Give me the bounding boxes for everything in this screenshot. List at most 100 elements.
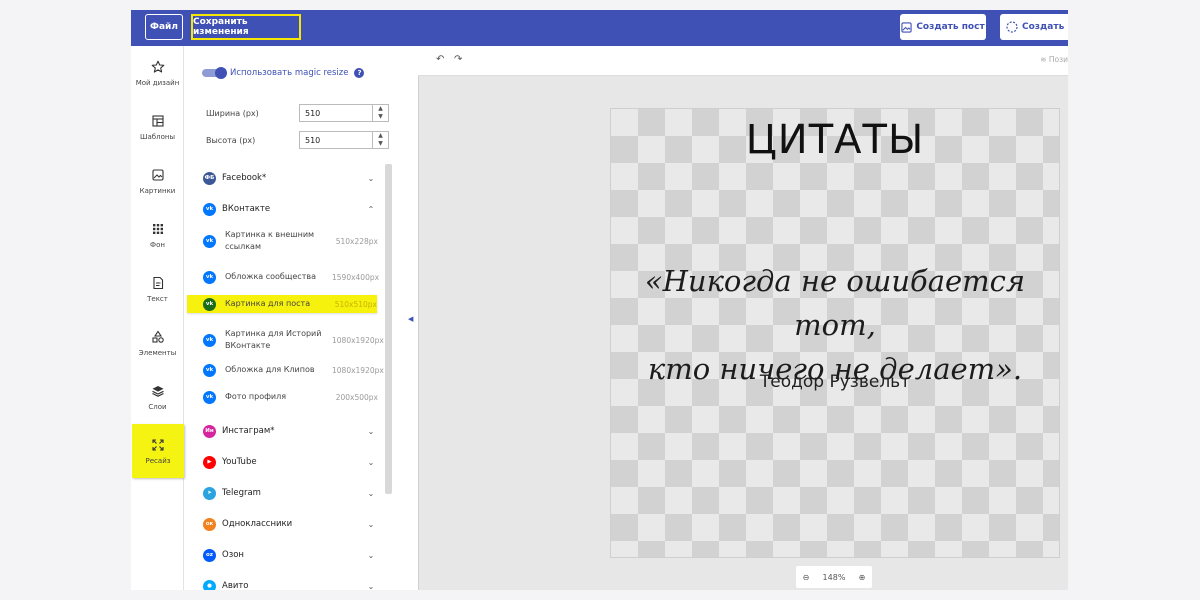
vk-icon: vk (203, 333, 216, 347)
chevron-down-icon[interactable]: ▼ (378, 113, 383, 121)
network-odnoklassniki[interactable]: ок Одноклассники ⌄ (203, 514, 378, 534)
rail-label: Мой дизайн (135, 78, 180, 87)
positions-label: Пози (1048, 55, 1068, 64)
chevron-down-icon[interactable]: ⌄ (364, 427, 378, 436)
network-facebook[interactable]: ФБ Facebook* ⌄ (203, 168, 378, 188)
network-name: ВКонтакте (222, 204, 271, 214)
artboard-author[interactable]: Теодор Рузвельт (611, 372, 1059, 392)
youtube-icon: ▶ (203, 455, 216, 469)
magic-resize-row: Использовать magic resize ? (202, 67, 365, 79)
chevron-up-icon[interactable]: ▲ (378, 105, 383, 113)
redo-icon[interactable]: ↷ (454, 54, 462, 65)
width-label: Ширина (px) (206, 108, 259, 118)
network-list: ФБ Facebook* ⌄ vk ВКонтакте ⌃ vk Картинк… (185, 162, 392, 590)
network-name: Озон (222, 550, 244, 560)
height-row: Высота (px) 510 ▲ ▼ (206, 131, 389, 149)
avito-icon: ● (203, 579, 216, 590)
positions-button[interactable]: ≋ Пози (1040, 55, 1068, 64)
height-stepper[interactable]: ▲ ▼ (373, 131, 389, 149)
network-name: Инстаграм* (222, 426, 275, 436)
text-doc-icon (152, 276, 163, 289)
zoom-out-icon[interactable]: ⊖ (803, 573, 810, 582)
format-name: Обложка сообщества (225, 272, 316, 281)
height-input[interactable]: 510 (299, 131, 373, 149)
rail-item-text[interactable]: Текст (131, 262, 184, 316)
collapse-panel-icon[interactable]: ◀ (408, 315, 413, 323)
vk-icon: vk (203, 234, 216, 248)
network-telegram[interactable]: ➤ Telegram ⌄ (203, 483, 378, 503)
network-name: Одноклассники (222, 519, 293, 529)
chevron-down-icon[interactable]: ⌄ (364, 458, 378, 467)
instagram-icon: Ин (203, 424, 216, 438)
file-menu-button[interactable]: Файл (145, 14, 183, 40)
format-size: 510x228px (335, 236, 378, 246)
vk-icon: vk (203, 297, 216, 311)
vk-format-stories[interactable]: vk Картинка для Историй ВКонтакте 1080x1… (203, 325, 384, 355)
create-post-label: Создать пост (916, 22, 985, 32)
list-scrollbar[interactable] (385, 164, 392, 494)
telegram-icon: ➤ (203, 486, 216, 500)
rail-label: Элементы (138, 348, 177, 357)
rail-item-layers[interactable]: Слои (131, 370, 184, 424)
zoom-control: ⊖ 148% ⊕ (796, 566, 872, 588)
vk-icon: vk (203, 363, 216, 377)
format-name: Картинка для Историй ВКонтакте (225, 329, 322, 350)
image-icon (901, 21, 912, 33)
undo-icon[interactable]: ↶ (436, 54, 444, 65)
chevron-down-icon[interactable]: ⌄ (364, 551, 378, 560)
resize-icon (152, 438, 164, 451)
rail-item-templates[interactable]: Шаблоны (131, 100, 184, 154)
width-stepper[interactable]: ▲ ▼ (373, 104, 389, 122)
format-size: 1080x1920px (332, 365, 384, 375)
format-size: 200x500px (335, 392, 378, 402)
network-name: Facebook* (222, 173, 267, 183)
width-input[interactable]: 510 (299, 104, 373, 122)
network-name: YouTube (222, 457, 257, 467)
rail-item-background[interactable]: Фон (131, 208, 184, 262)
vk-icon: vk (203, 270, 216, 284)
vk-icon: vk (203, 202, 216, 216)
network-youtube[interactable]: ▶ YouTube ⌄ (203, 452, 378, 472)
create-instagram-button[interactable]: Создать Ис (1000, 14, 1068, 40)
chevron-down-icon[interactable]: ⌄ (364, 174, 378, 183)
vk-icon: vk (203, 390, 216, 404)
network-vkontakte[interactable]: vk ВКонтакте ⌃ (203, 199, 378, 219)
artboard-title[interactable]: ЦИТАТЫ (611, 117, 1059, 163)
zoom-in-icon[interactable]: ⊕ (859, 573, 866, 582)
vk-format-community-cover[interactable]: vk Обложка сообщества 1590x400px (203, 268, 379, 286)
rail-item-elements[interactable]: Элементы (131, 316, 184, 370)
network-instagram[interactable]: Ин Инстаграм* ⌄ (203, 421, 378, 441)
vk-format-clips-cover[interactable]: vk Обложка для Клипов 1080x1920px (203, 361, 384, 379)
design-artboard[interactable]: ЦИТАТЫ «Никогда не ошибается тот, кто ни… (610, 108, 1060, 558)
magic-resize-toggle[interactable] (202, 67, 227, 79)
chevron-down-icon[interactable]: ⌄ (364, 520, 378, 529)
top-toolbar: Файл Сохранить изменения Создать пост Со… (131, 10, 1068, 46)
rail-item-resize[interactable]: Ресайз (132, 424, 184, 478)
resize-panel: Использовать magic resize ? Ширина (px) … (185, 46, 392, 590)
rail-item-my-design[interactable]: Мой дизайн (131, 46, 184, 100)
rail-label: Шаблоны (140, 132, 175, 141)
create-post-button[interactable]: Создать пост (900, 14, 986, 40)
save-changes-button[interactable]: Сохранить изменения (191, 14, 301, 40)
chevron-up-icon[interactable]: ▲ (378, 132, 383, 140)
chevron-down-icon[interactable]: ⌄ (364, 582, 378, 591)
rail-label: Фон (150, 240, 165, 249)
layers-icon (151, 385, 164, 397)
chevron-down-icon[interactable]: ⌄ (364, 489, 378, 498)
height-label: Высота (px) (206, 135, 256, 145)
network-avito[interactable]: ● Авито ⌄ (203, 576, 378, 590)
chevron-up-icon[interactable]: ⌃ (364, 205, 378, 214)
width-row: Ширина (px) 510 ▲ ▼ (206, 104, 389, 122)
vk-format-profile-photo[interactable]: vk Фото профиля 200x500px (203, 388, 378, 406)
rail-item-images[interactable]: Картинки (131, 154, 184, 208)
network-ozon[interactable]: oz Озон ⌄ (203, 545, 378, 565)
create-instagram-label: Создать Ис (1022, 22, 1068, 32)
format-name: Картинка к внешним ссылкам (225, 230, 315, 251)
odnoklassniki-icon: ок (203, 517, 216, 531)
vk-format-link-image[interactable]: vk Картинка к внешним ссылкам 510x228px (203, 226, 378, 256)
vk-format-post-image[interactable]: vk Картинка для поста 510x510px (187, 295, 377, 313)
format-name: Фото профиля (225, 392, 287, 401)
chevron-down-icon[interactable]: ▼ (378, 140, 383, 148)
help-icon[interactable]: ? (354, 68, 365, 78)
zoom-level: 148% (822, 572, 846, 582)
